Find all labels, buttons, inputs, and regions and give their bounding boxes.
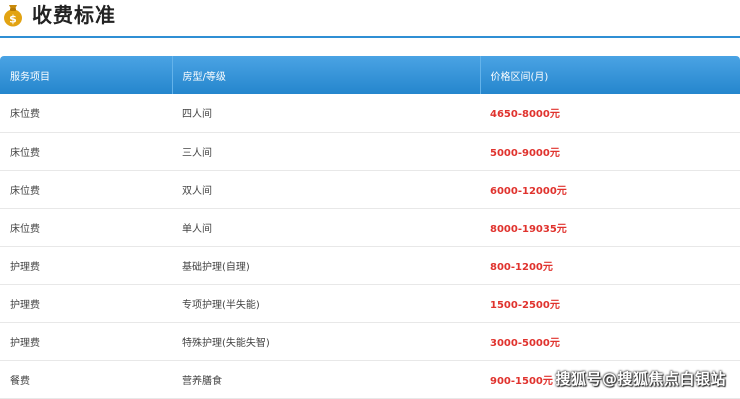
cell-service: 餐费 bbox=[0, 360, 172, 399]
cell-room-type: 营养膳食 bbox=[172, 360, 480, 399]
cell-room-type: 单人间 bbox=[172, 208, 480, 247]
watermark: 搜狐号@搜狐焦点白银站 bbox=[555, 370, 726, 388]
cell-service: 床位费 bbox=[0, 94, 172, 133]
cell-price: 4650-8000元 bbox=[480, 94, 740, 133]
table-row: 床位费 四人间 4650-8000元 bbox=[0, 94, 740, 133]
cell-service: 床位费 bbox=[0, 170, 172, 209]
fee-table: 服务项目 房型/等级 价格区间(月) 床位费 四人间 4650-8000元 床位… bbox=[0, 56, 740, 399]
table-row: 护理费 专项护理(半失能) 1500-2500元 bbox=[0, 284, 740, 323]
cell-service: 护理费 bbox=[0, 246, 172, 285]
cell-price: 8000-19035元 bbox=[480, 208, 740, 247]
cell-room-type: 双人间 bbox=[172, 170, 480, 209]
cell-room-type: 特殊护理(失能失智) bbox=[172, 322, 480, 361]
cell-service: 护理费 bbox=[0, 284, 172, 323]
cell-room-type: 基础护理(自理) bbox=[172, 246, 480, 285]
cell-service: 护理费 bbox=[0, 322, 172, 361]
title-divider bbox=[0, 36, 740, 38]
cell-service: 床位费 bbox=[0, 132, 172, 171]
cell-price: 1500-2500元 bbox=[480, 284, 740, 323]
page-header: $ 收费标准 bbox=[0, 0, 740, 34]
cell-room-type: 三人间 bbox=[172, 132, 480, 171]
table-row: 床位费 三人间 5000-9000元 bbox=[0, 132, 740, 171]
cell-price: 800-1200元 bbox=[480, 246, 740, 285]
table-row: 护理费 特殊护理(失能失智) 3000-5000元 bbox=[0, 322, 740, 361]
cell-room-type: 专项护理(半失能) bbox=[172, 284, 480, 323]
page-title: 收费标准 bbox=[32, 3, 116, 27]
column-header-room-type: 房型/等级 bbox=[171, 56, 480, 94]
column-header-service: 服务项目 bbox=[0, 56, 172, 94]
cell-price: 6000-12000元 bbox=[480, 170, 740, 209]
cell-room-type: 四人间 bbox=[172, 94, 480, 133]
cell-price: 5000-9000元 bbox=[480, 132, 740, 171]
column-header-price: 价格区间(月) bbox=[479, 56, 740, 94]
table-row: 护理费 基础护理(自理) 800-1200元 bbox=[0, 246, 740, 285]
table-row: 床位费 单人间 8000-19035元 bbox=[0, 208, 740, 247]
money-bag-icon: $ bbox=[4, 5, 22, 27]
table-row: 床位费 双人间 6000-12000元 bbox=[0, 170, 740, 209]
svg-text:$: $ bbox=[9, 13, 17, 26]
cell-service: 床位费 bbox=[0, 208, 172, 247]
table-header-row: 服务项目 房型/等级 价格区间(月) bbox=[0, 56, 740, 94]
cell-price: 3000-5000元 bbox=[480, 322, 740, 361]
